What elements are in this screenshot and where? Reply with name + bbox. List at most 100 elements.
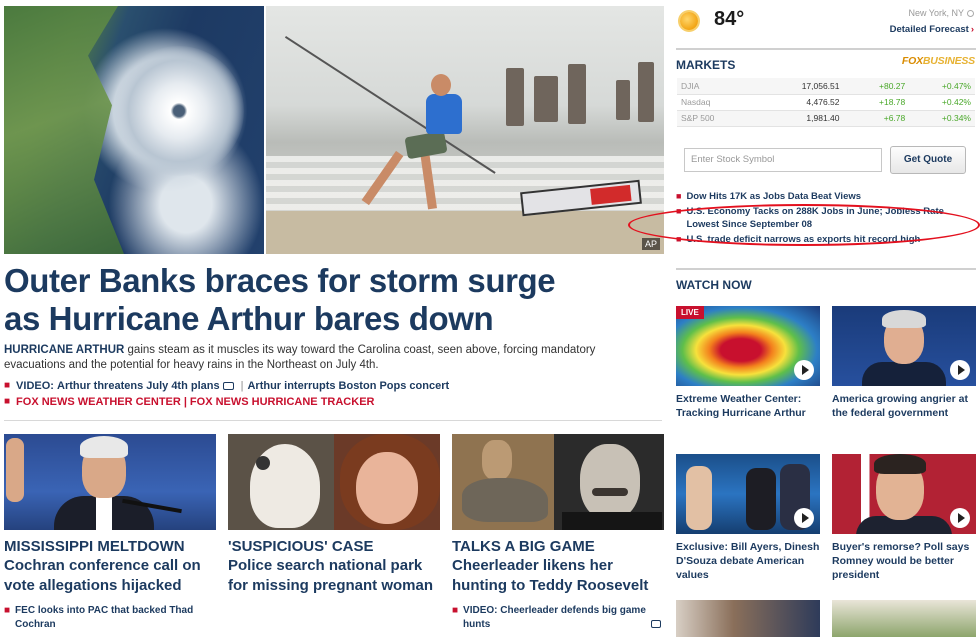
story-kicker[interactable]: 'SUSPICIOUS' CASE bbox=[228, 538, 440, 556]
stock-symbol-input[interactable]: Enter Stock Symbol bbox=[684, 148, 882, 172]
index-name[interactable]: S&P 500 bbox=[677, 110, 767, 127]
bullet-icon: ■ bbox=[676, 206, 682, 216]
face bbox=[356, 452, 418, 524]
video-caption[interactable]: America growing angrier at the federal g… bbox=[832, 392, 976, 420]
business-news-list: ■ Dow Hits 17K as Jobs Data Beat Views ■… bbox=[676, 190, 976, 248]
video-thumbnail[interactable]: LIVE bbox=[676, 306, 820, 386]
kiteboard-stripe bbox=[590, 184, 632, 205]
story-kicker[interactable]: MISSISSIPPI MELTDOWN bbox=[4, 538, 216, 556]
story-sublink[interactable]: ■ VIDEO: Cheerleader defends big game hu… bbox=[452, 604, 664, 632]
refresh-icon[interactable] bbox=[967, 10, 974, 18]
story-title[interactable]: Cheerleader likens her hunting to Teddy … bbox=[452, 556, 664, 596]
index-change: +6.78 bbox=[843, 110, 910, 127]
hair bbox=[882, 310, 926, 328]
bullet-icon: ■ bbox=[4, 396, 11, 407]
sublink-text[interactable]: FEC looks into PAC that backed Thad Coch… bbox=[15, 604, 216, 632]
table-row[interactable]: Nasdaq 4,476.52 +18.78 +0.42% bbox=[677, 94, 975, 111]
photo-credit: AP bbox=[641, 238, 660, 250]
video-tile-weather[interactable]: LIVE Extreme Weather Center: Tracking Hu… bbox=[676, 306, 820, 420]
weather-links-row: ■ FOX NEWS WEATHER CENTER | FOX NEWS HUR… bbox=[4, 394, 654, 410]
hunter bbox=[482, 440, 512, 480]
rhino bbox=[462, 478, 548, 522]
video-links-row: ■ VIDEO: Arthur threatens July 4th plans… bbox=[4, 378, 654, 394]
index-value: 4,476.52 bbox=[766, 94, 844, 111]
video-thumbnail-partial[interactable] bbox=[832, 600, 976, 637]
sublink-text[interactable]: VIDEO: Cheerleader defends big game hunt… bbox=[463, 604, 648, 632]
hair bbox=[874, 454, 926, 474]
news-link[interactable]: U.S. Economy Tacks on 288K Jobs in June;… bbox=[686, 205, 976, 231]
get-quote-button[interactable]: Get Quote bbox=[890, 146, 966, 174]
logo-fox: FOX bbox=[901, 55, 923, 67]
video-thumbnail[interactable] bbox=[832, 454, 976, 534]
location-text[interactable]: New York, NY bbox=[908, 8, 964, 18]
beak bbox=[256, 456, 270, 470]
table-row[interactable]: DJIA 17,056.51 +80.27 +0.47% bbox=[677, 78, 975, 95]
weather-center-link[interactable]: FOX NEWS WEATHER CENTER bbox=[16, 394, 181, 410]
video-tile-federal-government[interactable]: America growing angrier at the federal g… bbox=[832, 306, 976, 420]
detailed-forecast-link[interactable]: Detailed Forecast › bbox=[890, 24, 974, 35]
play-icon[interactable] bbox=[794, 508, 814, 528]
play-icon[interactable] bbox=[794, 360, 814, 380]
play-icon[interactable] bbox=[950, 360, 970, 380]
story-thumbnail[interactable] bbox=[452, 434, 664, 530]
story-title[interactable]: Cochran conference call on vote allegati… bbox=[4, 556, 216, 596]
video-prefix: VIDEO: bbox=[16, 380, 54, 392]
video-tile-ayers-dsouza[interactable]: Exclusive: Bill Ayers, Dinesh D'Souza de… bbox=[676, 454, 820, 582]
index-change: +80.27 bbox=[843, 78, 910, 95]
table-row[interactable]: S&P 500 1,981.40 +6.78 +0.34% bbox=[677, 110, 975, 127]
video-thumbnail[interactable] bbox=[832, 306, 976, 386]
story-kicker[interactable]: TALKS A BIG GAME bbox=[452, 538, 664, 556]
section-divider bbox=[4, 420, 662, 421]
news-link[interactable]: U.S. trade deficit narrows as exports hi… bbox=[686, 233, 920, 246]
pier-post bbox=[638, 62, 654, 122]
headline-line[interactable]: as Hurricane Arthur bares down bbox=[4, 300, 644, 338]
story-thumbnail[interactable] bbox=[4, 434, 216, 530]
video-caption[interactable]: Buyer's remorse? Poll says Romney would … bbox=[832, 540, 976, 582]
index-name[interactable]: DJIA bbox=[677, 78, 767, 95]
markets-title: MARKETS bbox=[676, 58, 736, 72]
person bbox=[746, 468, 776, 530]
live-badge: LIVE bbox=[676, 306, 704, 319]
story-sublink[interactable]: ■ FEC looks into PAC that backed Thad Co… bbox=[4, 604, 216, 632]
fox-business-logo[interactable]: FOXBUSINESS bbox=[867, 55, 975, 70]
video-thumbnail-partial[interactable] bbox=[676, 600, 820, 637]
kitesurfer-photo[interactable]: AP bbox=[266, 6, 664, 254]
news-link[interactable]: Dow Hits 17K as Jobs Data Beat Views bbox=[686, 190, 861, 203]
index-percent: +0.42% bbox=[909, 94, 975, 111]
story-title[interactable]: Police search national park for missing … bbox=[228, 556, 440, 596]
hurricane-satellite-image[interactable] bbox=[4, 6, 264, 254]
video-tile-romney-poll[interactable]: Buyer's remorse? Poll says Romney would … bbox=[832, 454, 976, 582]
chevron-right-icon: › bbox=[970, 24, 974, 35]
headline-line[interactable]: Outer Banks braces for storm surge bbox=[4, 262, 644, 300]
story-card-cheerleader: TALKS A BIG GAME Cheerleader likens her … bbox=[452, 434, 664, 632]
list-item[interactable]: ■ U.S. trade deficit narrows as exports … bbox=[676, 233, 976, 246]
pier-post bbox=[534, 76, 558, 122]
link-separator: | bbox=[240, 380, 244, 392]
sun-icon bbox=[680, 12, 698, 30]
forecast-text[interactable]: Detailed Forecast bbox=[890, 24, 969, 35]
pier-post bbox=[506, 68, 524, 126]
hurricane-tracker-link[interactable]: FOX NEWS HURRICANE TRACKER bbox=[190, 394, 375, 410]
mustache bbox=[592, 488, 628, 496]
coat bbox=[562, 512, 662, 530]
index-value: 1,981.40 bbox=[766, 110, 844, 127]
video-caption[interactable]: Exclusive: Bill Ayers, Dinesh D'Souza de… bbox=[676, 540, 820, 582]
story-thumbnail[interactable] bbox=[228, 434, 440, 530]
video-thumbnail[interactable] bbox=[676, 454, 820, 534]
play-icon[interactable] bbox=[950, 508, 970, 528]
weather-location[interactable]: New York, NY bbox=[908, 8, 974, 18]
summary-kicker: HURRICANE ARTHUR bbox=[4, 344, 125, 356]
beach-sand bbox=[266, 211, 664, 254]
video-link-arthur-plans[interactable]: Arthur threatens July 4th plans bbox=[57, 378, 220, 394]
video-caption[interactable]: Extreme Weather Center: Tracking Hurrica… bbox=[676, 392, 820, 420]
index-name[interactable]: Nasdaq bbox=[677, 94, 767, 111]
list-item[interactable]: ■ U.S. Economy Tacks on 288K Jobs in Jun… bbox=[676, 205, 976, 231]
weather-widget: 84° New York, NY Detailed Forecast › bbox=[676, 6, 976, 42]
video-link-boston-pops[interactable]: Arthur interrupts Boston Pops concert bbox=[247, 378, 449, 394]
lead-headline[interactable]: Outer Banks braces for storm surge as Hu… bbox=[4, 262, 644, 338]
list-item[interactable]: ■ Dow Hits 17K as Jobs Data Beat Views bbox=[676, 190, 976, 203]
kiter-torso bbox=[426, 94, 462, 134]
index-change: +18.78 bbox=[843, 94, 910, 111]
lead-related-links: ■ VIDEO: Arthur threatens July 4th plans… bbox=[4, 378, 654, 410]
index-percent: +0.47% bbox=[909, 78, 975, 95]
